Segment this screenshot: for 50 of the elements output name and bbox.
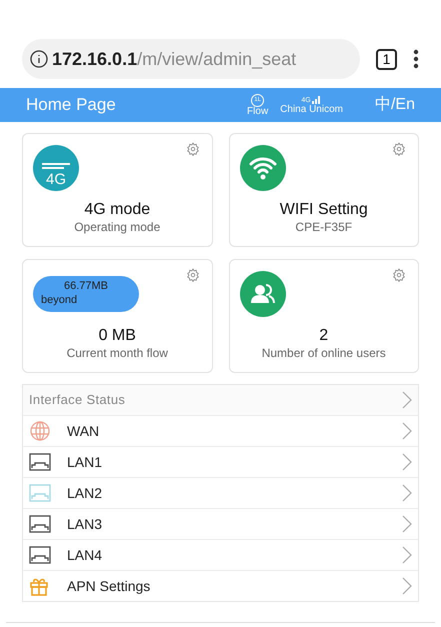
card-subtitle: Number of online users (262, 346, 386, 361)
flow-label: Flow (247, 106, 268, 116)
card-title: WIFI Setting (280, 200, 368, 220)
list-item[interactable]: LAN1 (23, 446, 418, 477)
settings-icon[interactable] (392, 142, 406, 156)
url-text: 172.16.0.1/m/view/admin_seat (52, 48, 296, 70)
card-title: 0 MB (98, 326, 136, 346)
users-icon (240, 271, 286, 317)
signal-icon (312, 95, 322, 104)
page-title: Home Page (26, 94, 117, 116)
card-subtitle: Operating mode (74, 220, 160, 235)
more-menu-icon[interactable] (413, 49, 419, 69)
wifi-icon (240, 145, 286, 191)
tab-count-button[interactable]: 1 (376, 48, 397, 70)
chevron-right-icon (402, 577, 412, 595)
card-subtitle: Current month flow (66, 346, 168, 361)
info-icon (30, 50, 48, 68)
item-label: LAN2 (67, 484, 104, 502)
status-card[interactable]: 4G 4G mode Operating mode (22, 133, 212, 247)
list-item[interactable]: WAN (23, 415, 418, 446)
section-header: Interface Status (29, 391, 126, 410)
chevron-right-icon (402, 515, 412, 533)
item-label: WAN (67, 422, 100, 440)
list-item[interactable]: LAN2 (23, 477, 418, 508)
status-card[interactable]: 66.77MB beyond 0 MB Current month flow (22, 259, 212, 373)
settings-icon[interactable] (186, 142, 200, 156)
list-item[interactable]: APN Settings (23, 570, 418, 601)
chevron-right-icon (402, 422, 412, 440)
chevron-right-icon (402, 546, 412, 564)
item-label: LAN3 (67, 514, 104, 534)
status-card[interactable]: 2 Number of online users (228, 259, 419, 373)
chevron-right-icon (402, 484, 412, 502)
4g-label: 4G (46, 172, 66, 187)
card-title: 4G mode (84, 200, 150, 220)
item-label: APN Settings (67, 576, 152, 596)
badge-text: beyond (41, 294, 78, 308)
list-item[interactable]: LAN3 (23, 508, 418, 539)
chevron-right-icon (402, 453, 412, 471)
list-item[interactable]: LAN4 (23, 539, 418, 570)
badge-text: 66.77MB (64, 280, 108, 294)
item-label: LAN4 (67, 546, 104, 564)
item-label: LAN1 (67, 452, 104, 472)
card-subtitle: CPE-F35F (295, 220, 352, 235)
card-title: 2 (319, 326, 328, 346)
carrier-label: China Unicom (280, 105, 343, 115)
settings-icon[interactable] (392, 268, 406, 282)
chevron-right-icon (402, 391, 412, 409)
settings-icon[interactable] (186, 268, 200, 282)
status-card[interactable]: WIFI Setting CPE-F35F (228, 133, 419, 247)
address-bar[interactable]: 172.16.0.1/m/view/admin_seat (22, 39, 360, 79)
